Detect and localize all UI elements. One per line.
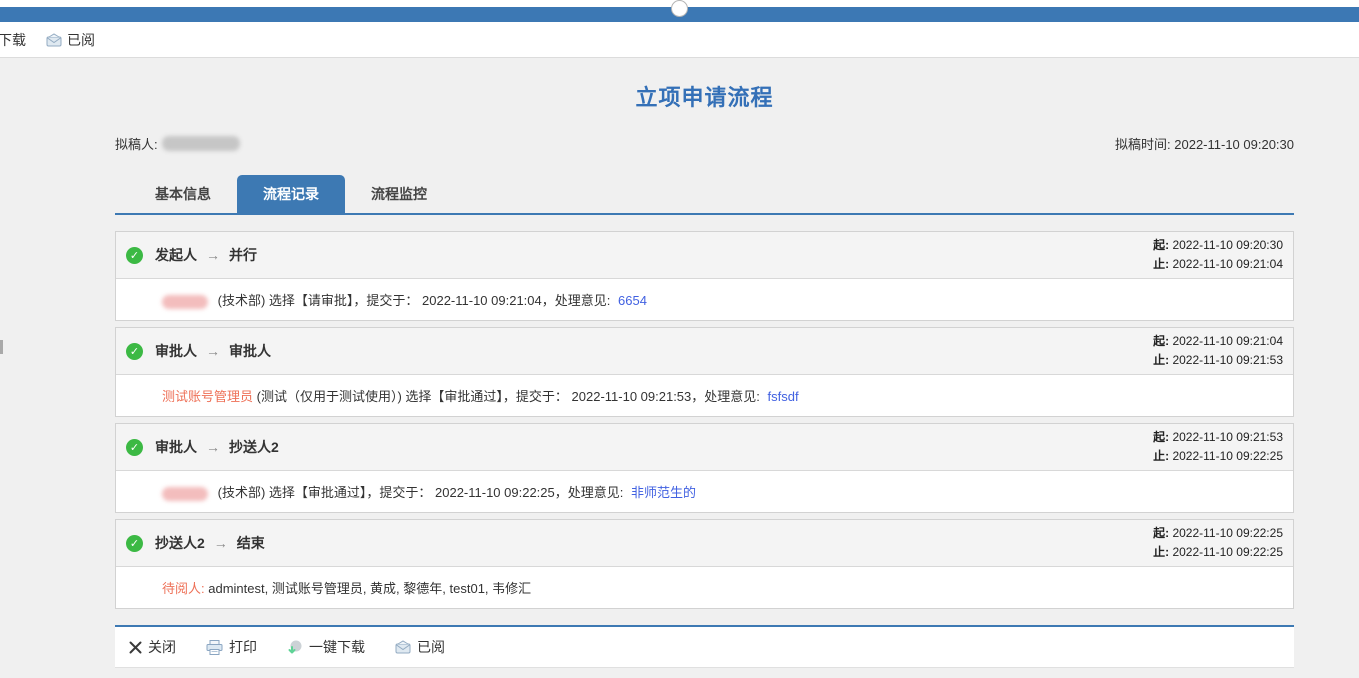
step-header: ✓ 审批人 → 审批人 起: 2022-11-10 09:21:04 止: 20… xyxy=(116,328,1293,374)
tab-bar: 基本信息 流程记录 流程监控 xyxy=(115,175,1294,215)
close-label: 关闭 xyxy=(148,639,176,655)
arrow-right-icon: → xyxy=(213,535,228,551)
tab-process-record[interactable]: 流程记录 xyxy=(237,175,345,213)
step-times: 起: 2022-11-10 09:22:25 止: 2022-11-10 09:… xyxy=(1153,524,1283,562)
start-label: 起: xyxy=(1153,430,1170,444)
start-time: 2022-11-10 09:21:04 xyxy=(1172,334,1283,348)
tab-process-monitor[interactable]: 流程监控 xyxy=(345,175,453,213)
step-from: 审批人 xyxy=(155,343,197,359)
check-circle-icon: ✓ xyxy=(126,246,143,264)
print-button[interactable]: 打印 xyxy=(206,637,257,657)
arrow-right-icon: → xyxy=(206,247,220,263)
workflow-step: ✓ 发起人 → 并行 起: 2022-11-10 09:20:30 止: 202… xyxy=(115,231,1294,321)
top-download-label: 下载 xyxy=(0,31,26,48)
step-to: 抄送人2 xyxy=(229,439,279,455)
step-header: ✓ 发起人 → 并行 起: 2022-11-10 09:20:30 止: 202… xyxy=(116,232,1293,278)
step-header: ✓ 审批人 → 抄送人2 起: 2022-11-10 09:21:53 止: 2… xyxy=(116,424,1293,470)
step-header: ✓ 抄送人2 → 结束 起: 2022-11-10 09:22:25 止: 20… xyxy=(116,520,1293,566)
step-from: 审批人 xyxy=(155,439,197,455)
step-detail: 测试账号管理员 (测试（仅用于测试使用）) 选择【审批通过】，提交于： 2022… xyxy=(116,374,1293,416)
detail-text: (技术部) 选择【审批通过】，提交于： 2022-11-10 09:22:25，… xyxy=(217,485,624,500)
check-circle-icon: ✓ xyxy=(126,534,143,552)
page-title: 立项申请流程 xyxy=(635,85,774,110)
redacted-drafter-name xyxy=(161,136,240,151)
end-time: 2022-11-10 09:22:25 xyxy=(1172,545,1283,559)
draft-info-row: 拟稿人: 拟稿时间: 2022-11-10 09:20:30 xyxy=(115,134,1294,153)
end-time: 2022-11-10 09:21:53 xyxy=(1172,353,1283,367)
step-route: ✓ 发起人 → 并行 xyxy=(126,245,257,265)
detail-text: (技术部) 选择【请审批】，提交于： 2022-11-10 09:21:04，处… xyxy=(217,293,611,308)
end-label: 止: xyxy=(1153,353,1170,367)
comment-link[interactable]: 非师范生的 xyxy=(631,485,696,500)
step-to: 并行 xyxy=(229,247,257,263)
start-time: 2022-11-10 09:21:53 xyxy=(1172,430,1283,444)
download-label: 一键下载 xyxy=(309,639,365,655)
start-label: 起: xyxy=(1153,526,1170,540)
readers-label: 待阅人: xyxy=(162,581,205,596)
top-toolbar: 下载 已阅 xyxy=(0,22,1359,58)
resize-handle[interactable] xyxy=(670,0,688,17)
printer-icon xyxy=(206,639,223,655)
step-detail: 待阅人: admintest, 测试账号管理员, 黄成, 黎德年, test01… xyxy=(116,566,1293,608)
step-to: 结束 xyxy=(236,535,265,551)
main-content: 立项申请流程 拟稿人: 拟稿时间: 2022-11-10 09:20:30 基本… xyxy=(0,80,1359,678)
step-detail: (技术部) 选择【请审批】，提交于： 2022-11-10 09:21:04，处… xyxy=(116,278,1293,320)
tab-basic-info[interactable]: 基本信息 xyxy=(129,175,237,213)
read-label: 已阅 xyxy=(417,639,445,655)
download-button[interactable]: 一键下载 xyxy=(287,637,365,657)
scrollbar-remnant xyxy=(0,340,3,354)
envelope-icon xyxy=(46,32,62,46)
step-route: ✓ 审批人 → 审批人 xyxy=(126,341,271,361)
end-time: 2022-11-10 09:22:25 xyxy=(1172,449,1283,463)
check-circle-icon: ✓ xyxy=(126,342,143,360)
start-label: 起: xyxy=(1153,238,1170,252)
top-download-button[interactable]: 下载 xyxy=(0,30,26,50)
draft-time: 拟稿时间: 2022-11-10 09:20:30 xyxy=(1115,134,1294,153)
step-times: 起: 2022-11-10 09:21:04 止: 2022-11-10 09:… xyxy=(1153,332,1283,370)
start-time: 2022-11-10 09:22:25 xyxy=(1172,526,1283,540)
check-circle-icon: ✓ xyxy=(126,438,143,456)
top-read-button[interactable]: 已阅 xyxy=(46,30,95,50)
comment-link[interactable]: 6654 xyxy=(618,293,647,308)
workflow-step: ✓ 审批人 → 审批人 起: 2022-11-10 09:21:04 止: 20… xyxy=(115,327,1294,417)
comment-link[interactable]: fsfsdf xyxy=(768,389,799,404)
end-label: 止: xyxy=(1153,545,1170,559)
bottom-toolbar: 关闭 打印 一键下载 已阅 xyxy=(115,625,1294,668)
detail-text: admintest, 测试账号管理员, 黄成, 黎德年, test01, 韦修汇 xyxy=(208,581,532,596)
step-to: 审批人 xyxy=(229,343,271,359)
arrow-right-icon: → xyxy=(206,439,220,455)
step-route: ✓ 审批人 → 抄送人2 xyxy=(126,437,279,457)
workflow-step: ✓ 审批人 → 抄送人2 起: 2022-11-10 09:21:53 止: 2… xyxy=(115,423,1294,513)
draft-time-label: 拟稿时间: xyxy=(1115,137,1171,152)
end-label: 止: xyxy=(1153,257,1170,271)
top-read-label: 已阅 xyxy=(67,31,95,48)
step-times: 起: 2022-11-10 09:21:53 止: 2022-11-10 09:… xyxy=(1153,428,1283,466)
close-button[interactable]: 关闭 xyxy=(129,637,176,657)
close-icon xyxy=(129,641,142,653)
start-time: 2022-11-10 09:20:30 xyxy=(1172,238,1283,252)
detail-text: (测试（仅用于测试使用）) 选择【审批通过】，提交于： 2022-11-10 0… xyxy=(256,389,760,404)
read-button[interactable]: 已阅 xyxy=(395,637,445,657)
redacted-name xyxy=(162,486,208,501)
step-route: ✓ 抄送人2 → 结束 xyxy=(126,533,265,553)
page: 下载 已阅 立项申请流程 拟稿人: 拟稿时间: 2022-11-10 09:20… xyxy=(0,0,1359,678)
redacted-name xyxy=(162,294,208,309)
workflow-steps: ✓ 发起人 → 并行 起: 2022-11-10 09:20:30 止: 202… xyxy=(115,231,1294,609)
end-label: 止: xyxy=(1153,449,1170,463)
step-from: 发起人 xyxy=(155,247,197,263)
workflow-step: ✓ 抄送人2 → 结束 起: 2022-11-10 09:22:25 止: 20… xyxy=(115,519,1294,609)
start-label: 起: xyxy=(1153,334,1170,348)
step-from: 抄送人2 xyxy=(155,535,205,551)
draft-time-value: 2022-11-10 09:20:30 xyxy=(1174,137,1294,152)
step-detail: (技术部) 选择【审批通过】，提交于： 2022-11-10 09:22:25，… xyxy=(116,470,1293,512)
actor-name: 测试账号管理员 xyxy=(162,389,254,404)
print-label: 打印 xyxy=(229,639,257,655)
envelope-icon xyxy=(395,640,411,654)
drafter-label: 拟稿人: xyxy=(115,137,158,152)
step-times: 起: 2022-11-10 09:20:30 止: 2022-11-10 09:… xyxy=(1153,236,1283,274)
end-time: 2022-11-10 09:21:04 xyxy=(1172,257,1283,271)
download-icon xyxy=(288,640,302,653)
arrow-right-icon: → xyxy=(206,343,220,359)
